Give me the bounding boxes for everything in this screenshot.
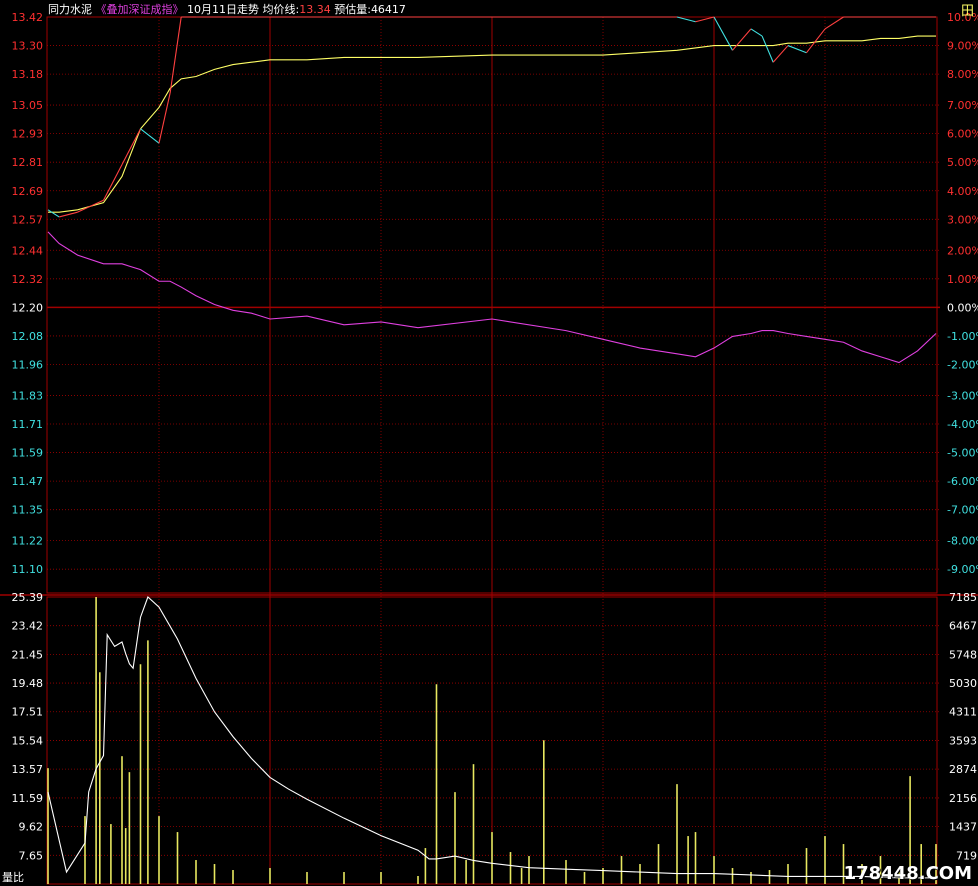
pct-tick-label: 7.00% <box>947 99 978 112</box>
price-tick-label: 13.30 <box>12 40 44 53</box>
est-volume-label: 预估量: <box>334 3 371 16</box>
price-line-segment <box>750 28 763 37</box>
price-tick-label: 13.42 <box>12 11 44 24</box>
pct-tick-label: 5.00% <box>947 156 978 169</box>
volume-tick-label: 5030 <box>949 677 977 690</box>
ratio-tick-label: 7.65 <box>19 849 44 862</box>
pct-tick-label: 3.00% <box>947 213 978 226</box>
watermark: 178448.COM <box>843 863 972 884</box>
volume-tick-label: 6467 <box>949 620 977 633</box>
stock-chart: 13.42 13.30 13.18 13.05 12.93 12.81 12.69 12.57… <box>0 11 978 885</box>
price-tick-label: 12.20 <box>12 301 44 314</box>
pct-tick-label: -9.00% <box>947 563 978 576</box>
pct-tick-label: -5.00% <box>947 447 978 460</box>
pct-tick-label: -8.00% <box>947 535 978 548</box>
ratio-tick-label: 13.57 <box>12 763 44 776</box>
price-tick-label: 12.32 <box>12 273 44 286</box>
price-line-segment <box>772 45 789 63</box>
price-line-segment <box>761 35 774 63</box>
avg-price-label: 均价线: <box>262 3 300 16</box>
price-line-segment <box>77 199 104 213</box>
volume-tick-label: 7185 <box>949 591 977 604</box>
pct-tick-label: 6.00% <box>947 128 978 141</box>
price-tick-label: 11.96 <box>12 359 44 372</box>
price-tick-label: 12.69 <box>12 185 44 198</box>
avg-price-value: 13.34 <box>299 3 331 16</box>
volume-tick-label: 5748 <box>949 648 977 661</box>
price-tick-label: 12.08 <box>12 330 44 343</box>
pct-tick-label: 8.00% <box>947 68 978 81</box>
price-tick-label: 11.35 <box>12 504 44 517</box>
price-line-segment <box>695 16 715 23</box>
pct-tick-label: -4.00% <box>947 418 978 431</box>
volume-tick-label: 2874 <box>949 763 977 776</box>
price-tick-label: 11.10 <box>12 563 44 576</box>
price-line-segment <box>787 45 807 54</box>
price-tick-label: 13.18 <box>12 68 44 81</box>
corner-grid-icon[interactable]: 田 <box>961 0 974 19</box>
volume-tick-label: 719 <box>956 849 977 862</box>
volume-tick-label: 2156 <box>949 792 977 805</box>
left-axis: 13.42 13.30 13.18 13.05 12.93 12.81 12.69 12.57… <box>12 11 44 862</box>
price-tick-label: 12.44 <box>12 244 44 257</box>
overlay-index-link[interactable]: 《叠加深证成指》 <box>96 3 184 16</box>
pct-tick-label: -6.00% <box>947 475 978 488</box>
ratio-tick-label: 19.48 <box>12 677 44 690</box>
price-tick-label: 11.83 <box>12 389 44 402</box>
ratio-tick-label: 23.42 <box>12 620 44 633</box>
pct-tick-label: -2.00% <box>947 359 978 372</box>
price-line-segment <box>824 16 844 30</box>
price-line-segment <box>732 28 752 51</box>
ratio-tick-label: 25.39 <box>12 591 44 604</box>
price-tick-label: 12.57 <box>12 213 44 226</box>
pct-tick-label: 0.00% <box>947 301 978 314</box>
price-tick-label: 13.05 <box>12 99 44 112</box>
price-tick-label: 11.47 <box>12 475 44 488</box>
est-volume-value: 46417 <box>370 3 406 16</box>
volume-ratio-label: 量比 <box>2 871 24 884</box>
price-line-segment <box>121 128 141 165</box>
pct-tick-label: 2.00% <box>947 244 978 257</box>
price-line-segment <box>103 164 123 201</box>
stock-name: 同力水泥 <box>48 3 92 16</box>
pct-tick-label: -7.00% <box>947 504 978 517</box>
pct-tick-label: 1.00% <box>947 273 978 286</box>
volume-tick-label: 4311 <box>949 706 977 719</box>
pct-tick-label: 9.00% <box>947 40 978 53</box>
ratio-tick-label: 11.59 <box>12 792 44 805</box>
price-line-segment <box>169 16 182 94</box>
right-axis: 10.0%9.00%8.00%7.00%6.00%5.00%4.00%3.00%… <box>947 11 978 862</box>
price-tick-label: 11.71 <box>12 418 44 431</box>
date-label: 10月11日走势 <box>187 3 259 16</box>
price-tick-label: 12.93 <box>12 128 44 141</box>
price-line-segment <box>47 209 60 218</box>
price-line-segment <box>140 128 160 144</box>
chart-grid <box>0 16 978 885</box>
pct-tick-label: 4.00% <box>947 185 978 198</box>
ratio-tick-label: 9.62 <box>19 821 44 834</box>
price-tick-label: 12.81 <box>12 156 44 169</box>
price-line-segment <box>158 93 171 144</box>
price-tick-label: 11.59 <box>12 447 44 460</box>
ratio-tick-label: 17.51 <box>12 706 44 719</box>
volume-tick-label: 3593 <box>949 734 977 747</box>
pct-tick-label: -3.00% <box>947 389 978 402</box>
price-line-segment <box>58 211 78 218</box>
price-line-segment <box>676 16 696 23</box>
ratio-tick-label: 21.45 <box>12 648 44 661</box>
volume-tick-label: 1437 <box>949 821 977 834</box>
chart-header: 同力水泥 《叠加深证成指》 10月11日走势 均价线:13.34 预估量:464… <box>48 1 406 17</box>
pct-tick-label: -1.00% <box>947 330 978 343</box>
ratio-tick-label: 15.54 <box>12 734 44 747</box>
price-tick-label: 11.22 <box>12 535 44 548</box>
